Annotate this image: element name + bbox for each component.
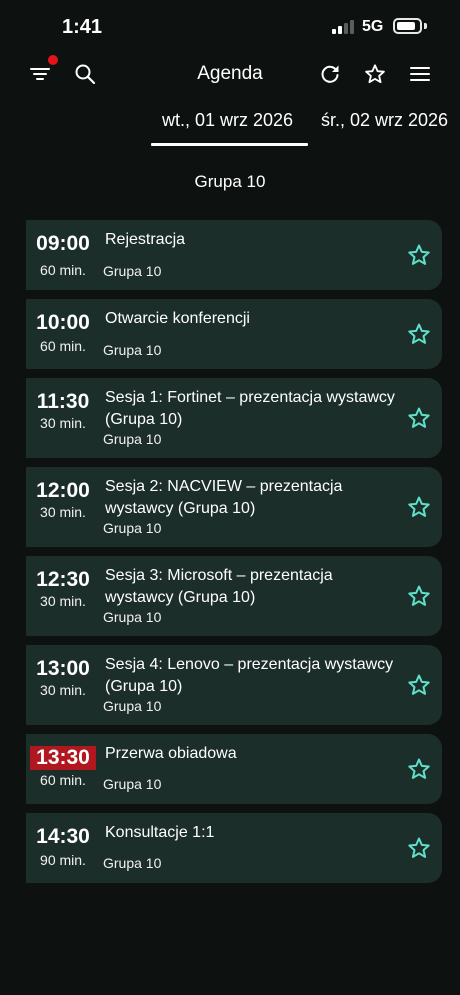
refresh-icon [321, 65, 339, 83]
session-title: Sesja 2: NACVIEW – prezentacja wystawcy … [105, 478, 343, 517]
session-group: Grupa 10 [103, 698, 162, 714]
active-tab-indicator [151, 143, 308, 146]
session-duration: 30 min. [40, 593, 86, 609]
star-outline-icon[interactable] [407, 836, 431, 860]
session-time: 12:30 [36, 568, 90, 591]
session-title: Konsultacje 1:1 [105, 824, 215, 841]
refresh-button[interactable] [315, 59, 345, 89]
favorites-button[interactable] [360, 59, 390, 89]
menu-button[interactable] [405, 59, 435, 89]
session-time: 13:00 [36, 657, 90, 680]
star-outline-icon[interactable] [407, 322, 431, 346]
agenda-item[interactable]: 11:30 30 min. Sesja 1: Fortinet – prezen… [26, 378, 442, 458]
network-type: 5G [362, 18, 384, 35]
session-title: Rejestracja [105, 231, 186, 248]
session-duration: 90 min. [40, 852, 86, 868]
star-outline-icon[interactable] [407, 406, 431, 430]
filter-active-badge [48, 55, 58, 65]
session-time-current: 13:30 [30, 746, 96, 770]
status-bar: 1:41 5G [0, 0, 460, 54]
session-time: 14:30 [36, 825, 90, 848]
agenda-item[interactable]: 12:00 30 min. Sesja 2: NACVIEW – prezent… [26, 467, 442, 547]
agenda-item[interactable]: 13:00 30 min. Sesja 4: Lenovo – prezenta… [26, 645, 442, 725]
session-time: 09:00 [36, 232, 90, 255]
session-group: Grupa 10 [103, 776, 162, 792]
star-outline-icon[interactable] [407, 495, 431, 519]
tab-date-next[interactable]: śr., 02 wrz 2026 [321, 110, 448, 131]
session-duration: 30 min. [40, 504, 86, 520]
session-time: 10:00 [36, 311, 90, 334]
session-title: Sesja 3: Microsoft – prezentacja wystawc… [105, 567, 333, 606]
session-duration: 60 min. [40, 772, 86, 788]
session-duration: 30 min. [40, 682, 86, 698]
agenda-item[interactable]: 09:00 60 min. Rejestracja Grupa 10 [26, 220, 442, 290]
battery-icon [393, 18, 422, 34]
star-outline-icon[interactable] [407, 673, 431, 697]
session-duration: 60 min. [40, 338, 86, 354]
app-toolbar: Agenda [0, 54, 460, 94]
tab-date-selected[interactable]: wt., 01 wrz 2026 [162, 110, 293, 131]
battery-tip [424, 23, 427, 29]
session-group: Grupa 10 [103, 263, 162, 279]
session-group: Grupa 10 [103, 855, 162, 871]
signal-strength-icon [332, 20, 354, 34]
star-outline-icon[interactable] [407, 757, 431, 781]
agenda-item[interactable]: 12:30 30 min. Sesja 3: Microsoft – preze… [26, 556, 442, 636]
group-header: Grupa 10 [194, 172, 266, 191]
agenda-item[interactable]: 10:00 60 min. Otwarcie konferencji Grupa… [26, 299, 442, 369]
status-time: 1:41 [62, 16, 103, 38]
page-title: Agenda [197, 63, 263, 84]
session-time: 11:30 [36, 390, 90, 413]
session-title: Sesja 4: Lenovo – prezentacja wystawcy (… [105, 656, 394, 695]
session-group: Grupa 10 [103, 431, 162, 447]
session-group: Grupa 10 [103, 520, 162, 536]
session-title: Sesja 1: Fortinet – prezentacja wystawcy… [105, 389, 395, 428]
session-duration: 60 min. [40, 262, 86, 278]
session-group: Grupa 10 [103, 609, 162, 625]
date-tabs: wt., 01 wrz 2026 śr., 02 wrz 2026 [0, 100, 460, 148]
session-group: Grupa 10 [103, 342, 162, 358]
menu-icon [410, 67, 430, 81]
session-time: 12:00 [36, 479, 90, 502]
session-duration: 30 min. [40, 415, 86, 431]
star-outline-icon [365, 64, 385, 84]
agenda-item-current[interactable]: 13:30 60 min. Przerwa obiadowa Grupa 10 [26, 734, 442, 804]
agenda-item[interactable]: 14:30 90 min. Konsultacje 1:1 Grupa 10 [26, 813, 442, 883]
session-title: Przerwa obiadowa [105, 745, 237, 762]
session-title: Otwarcie konferencji [105, 310, 250, 327]
star-outline-icon[interactable] [407, 584, 431, 608]
star-outline-icon[interactable] [407, 243, 431, 267]
